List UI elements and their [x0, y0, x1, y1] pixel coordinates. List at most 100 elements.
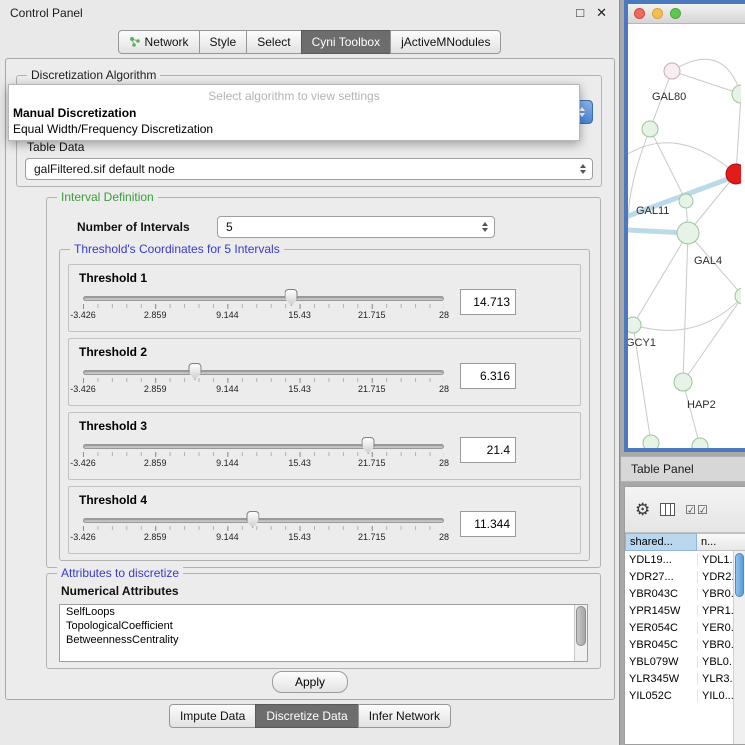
popup-option-manual-discretization[interactable]: Manual Discretization — [9, 105, 579, 121]
columns-icon[interactable] — [660, 503, 675, 516]
threshold-4-slider[interactable]: -3.426 2.859 9.144 15.43 21.715 28 — [83, 509, 444, 545]
tab-impute-data[interactable]: Impute Data — [169, 704, 256, 728]
scale-label: 2.859 — [144, 458, 167, 468]
network-node[interactable] — [643, 435, 659, 448]
cell-shared-name: YBR045C — [625, 639, 697, 651]
threshold-3-panel: Threshold 3 -3.426 2.859 9.144 15.43 21.… — [68, 412, 581, 480]
list-scrollbar-thumb[interactable] — [576, 606, 586, 646]
network-node[interactable] — [679, 194, 693, 208]
numerical-attributes-label: Numerical Attributes — [61, 584, 179, 598]
column-header-name[interactable]: n... — [697, 533, 745, 551]
popup-prompt: Select algorithm to view settings — [9, 87, 579, 105]
tab-cyni-toolbox[interactable]: Cyni Toolbox — [301, 30, 391, 54]
tab-infer-network[interactable]: Infer Network — [358, 704, 451, 728]
table-row[interactable]: YBR045CYBR0... — [625, 636, 745, 653]
network-node[interactable] — [735, 288, 741, 304]
algorithm-dropdown-popup: Select algorithm to view settings Manual… — [8, 84, 580, 141]
tab-select[interactable]: Select — [246, 30, 301, 54]
threshold-2-label: Threshold 2 — [69, 339, 580, 359]
gear-icon[interactable]: ⚙ — [635, 501, 650, 518]
popup-option-equal-width[interactable]: Equal Width/Frequency Discretization — [9, 121, 579, 137]
table-scrollbar-thumb[interactable] — [735, 553, 744, 597]
cell-shared-name: YDL19... — [625, 554, 697, 566]
cell-shared-name: YLR345W — [625, 673, 697, 685]
table-row[interactable]: YBR043CYBR0... — [625, 585, 745, 602]
control-panel-titlebar: Control Panel □ ✕ — [0, 0, 619, 26]
table-data-select[interactable]: galFiltered.sif default node — [25, 158, 593, 180]
number-of-intervals-select[interactable]: 5 — [217, 216, 495, 238]
scale-label: 28 — [439, 384, 449, 394]
scale-label: 9.144 — [216, 532, 239, 542]
table-row[interactable]: YPR145WYPR1... — [625, 602, 745, 619]
scale-label: 21.715 — [358, 310, 386, 320]
close-traffic-light[interactable] — [634, 8, 645, 19]
threshold-3-slider[interactable]: -3.426 2.859 9.144 15.43 21.715 28 — [83, 435, 444, 471]
slider-scale: -3.426 2.859 9.144 15.43 21.715 28 — [83, 310, 444, 322]
network-node[interactable] — [692, 438, 708, 448]
table-row[interactable]: YBL079WYBL0... — [625, 653, 745, 670]
slider-track[interactable] — [83, 370, 444, 375]
minimize-traffic-light[interactable] — [652, 8, 663, 19]
table-panel: ⚙ ☑☑ shared... n... YDL19...YDL1... YDR2… — [624, 486, 745, 745]
network-node[interactable] — [674, 373, 692, 391]
tab-infer-network-label: Infer Network — [369, 709, 440, 723]
table-scrollbar[interactable] — [733, 551, 745, 744]
list-item[interactable]: TopologicalCoefficient — [60, 619, 587, 633]
scale-label: 28 — [439, 532, 449, 542]
number-of-intervals-label: Number of Intervals — [77, 220, 190, 234]
cell-shared-name: YIL052C — [625, 690, 697, 702]
slider-track[interactable] — [83, 444, 444, 449]
table-row[interactable]: YDR27...YDR2... — [625, 568, 745, 585]
table-row[interactable]: YLR345WYLR3... — [625, 670, 745, 687]
number-of-intervals-value: 5 — [226, 220, 233, 234]
thresholds-coordinates-group: Threshold's Coordinates for 5 Intervals … — [59, 249, 590, 561]
slider-ticks — [83, 526, 444, 531]
network-node[interactable] — [677, 222, 699, 244]
slider-ticks — [83, 304, 444, 309]
slider-track[interactable] — [83, 518, 444, 523]
list-item[interactable]: SelfLoops — [60, 605, 587, 619]
slider-track[interactable] — [83, 296, 444, 301]
list-scrollbar[interactable] — [574, 605, 587, 661]
network-node[interactable] — [642, 121, 658, 137]
tab-style[interactable]: Style — [199, 30, 248, 54]
network-node-selected-red[interactable] — [726, 164, 741, 184]
threshold-1-slider[interactable]: -3.426 2.859 9.144 15.43 21.715 28 — [83, 287, 444, 323]
network-view-window: GAL80 GAL11 GAL4 GCY1 HAP2 — [624, 0, 745, 452]
slider-scale: -3.426 2.859 9.144 15.43 21.715 28 — [83, 458, 444, 470]
tab-jactivemnodules[interactable]: jActiveMNodules — [390, 30, 501, 54]
cell-shared-name: YER054C — [625, 622, 697, 634]
network-node[interactable] — [664, 63, 680, 79]
table-row[interactable]: YDL19...YDL1... — [625, 551, 745, 568]
tab-network[interactable]: Network — [118, 30, 200, 54]
network-node[interactable] — [732, 85, 741, 103]
select-columns-checkboxes-icon[interactable]: ☑☑ — [685, 503, 709, 517]
close-icon[interactable]: ✕ — [596, 5, 607, 21]
threshold-3-value[interactable]: 21.4 — [460, 437, 516, 463]
control-panel-tabbar: Network Style Select Cyni Toolbox jActiv… — [0, 26, 619, 58]
node-label-gal11: GAL11 — [636, 205, 669, 217]
scale-label: -3.426 — [70, 532, 96, 542]
table-row[interactable]: YIL052CYIL0... — [625, 687, 745, 704]
threshold-2-value[interactable]: 6.316 — [460, 363, 516, 389]
float-window-icon[interactable]: □ — [576, 5, 584, 21]
network-canvas[interactable]: GAL80 GAL11 GAL4 GCY1 HAP2 — [628, 24, 745, 448]
threshold-4-value[interactable]: 11.344 — [460, 511, 516, 537]
tab-style-label: Style — [210, 35, 237, 49]
column-header-shared-name[interactable]: shared... — [625, 533, 697, 551]
threshold-3-label: Threshold 3 — [69, 413, 580, 433]
network-node[interactable] — [628, 317, 641, 333]
table-panel-title: Table Panel — [631, 462, 694, 476]
table-row[interactable]: YER054CYER0... — [625, 619, 745, 636]
slider-scale: -3.426 2.859 9.144 15.43 21.715 28 — [83, 532, 444, 544]
numerical-attributes-list[interactable]: SelfLoops TopologicalCoefficient Between… — [59, 604, 588, 662]
tab-discretize-data[interactable]: Discretize Data — [255, 704, 358, 728]
zoom-traffic-light[interactable] — [670, 8, 681, 19]
table-data-label: Table Data — [27, 140, 84, 154]
scale-label: 15.43 — [288, 458, 311, 468]
list-item[interactable]: BetweennessCentrality — [60, 633, 587, 647]
threshold-2-slider[interactable]: -3.426 2.859 9.144 15.43 21.715 28 — [83, 361, 444, 397]
scale-label: 21.715 — [358, 458, 386, 468]
apply-button[interactable]: Apply — [272, 671, 348, 693]
threshold-1-value[interactable]: 14.713 — [460, 289, 516, 315]
